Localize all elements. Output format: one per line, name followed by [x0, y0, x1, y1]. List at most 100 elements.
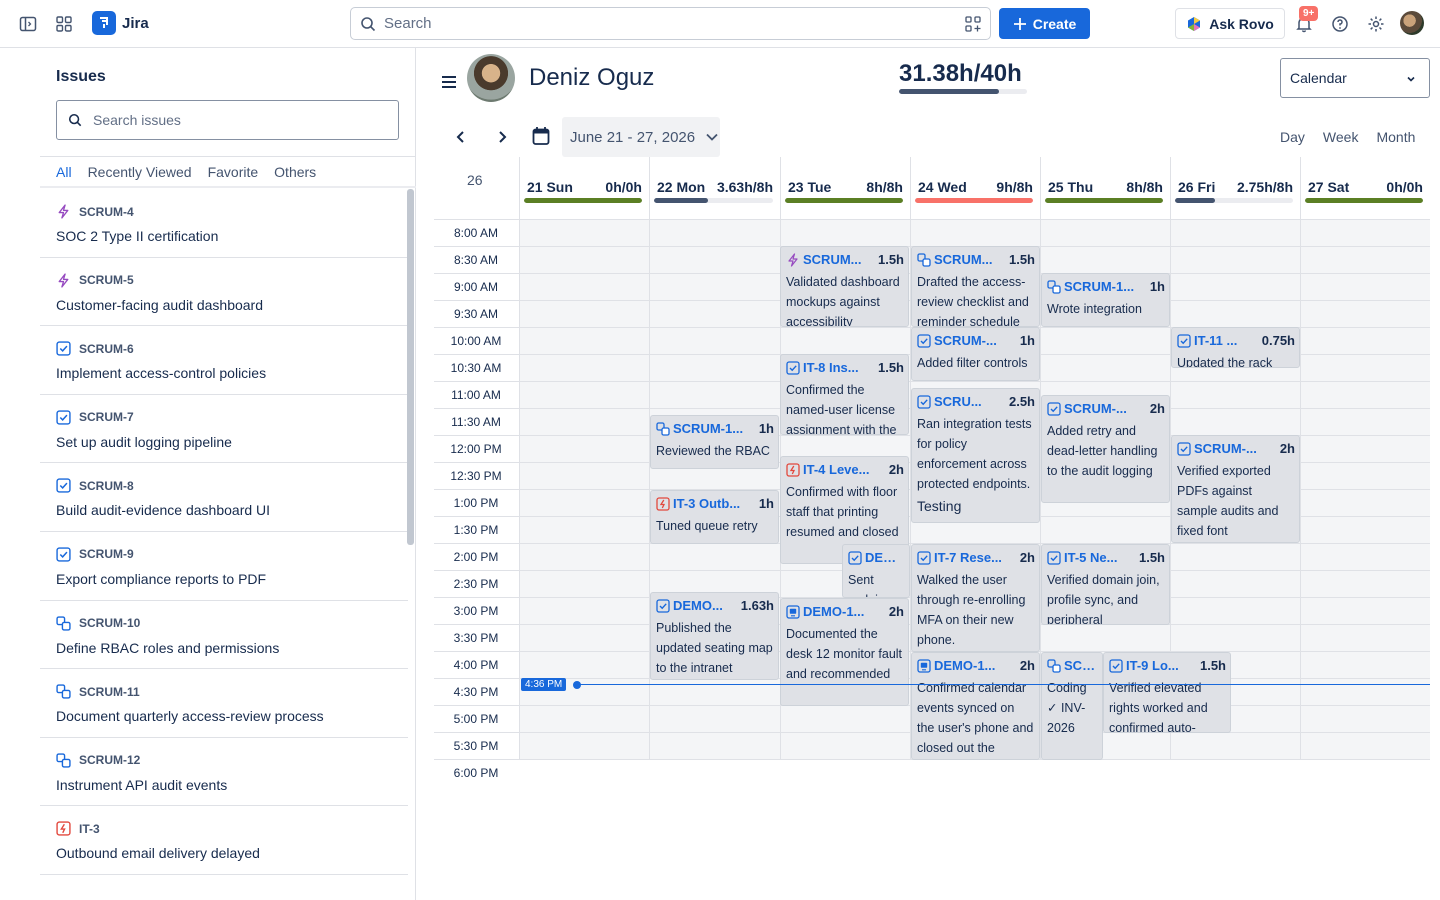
day-header[interactable]: 26 Fri 2.75h/8h	[1170, 157, 1300, 219]
sidebar-toggle-icon[interactable]	[16, 12, 40, 36]
issue-list-item[interactable]: IT-3 Outbound email delivery delayed	[40, 806, 408, 875]
worklog-event[interactable]: IT-11 ... 0.75h Updated the rack	[1171, 327, 1300, 368]
issue-list-item[interactable]: SCRUM-7 Set up audit logging pipeline	[40, 395, 408, 464]
worklog-event[interactable]: SCRUM Coding ✓ INV-2026	[1041, 652, 1103, 760]
worklog-event[interactable]: SCRUM-... 2h Verified exported PDFs agains…	[1171, 435, 1300, 543]
search-filter-icon[interactable]	[964, 15, 982, 33]
event-issue-key: SCRUM-1...	[673, 421, 744, 436]
event-duration: 2h	[888, 462, 904, 477]
worklog-event[interactable]: IT-3 Outb... 1h Tuned queue retry	[650, 490, 779, 544]
event-duration: 2.5h	[1008, 394, 1035, 409]
calendar-icon[interactable]	[532, 126, 550, 146]
next-week-button[interactable]	[494, 129, 510, 145]
day-header[interactable]: 27 Sat 0h/0h	[1300, 157, 1430, 219]
worklog-event[interactable]: SCRU... 2.5h Ran integration tests for pol…	[911, 388, 1040, 523]
chevron-down-icon	[1407, 76, 1415, 82]
issue-list-item[interactable]: SCRUM-6 Implement access-control policies	[40, 326, 408, 395]
tab-others[interactable]: Others	[274, 164, 316, 188]
tab-all[interactable]: All	[56, 164, 72, 188]
issue-list-item[interactable]: SCRUM-10 Define RBAC roles and permission…	[40, 601, 408, 670]
previous-week-button[interactable]	[453, 129, 469, 145]
current-time-dot	[573, 681, 581, 689]
worklog-event[interactable]: DEMO-1... 2h Documented the desk 12 monito…	[780, 598, 909, 706]
day-hours-progress-fill	[785, 198, 903, 203]
time-label: 10:00 AM	[450, 334, 502, 348]
service-type-icon	[917, 658, 931, 673]
day-hours-progress	[915, 198, 1033, 203]
settings-gear-icon[interactable]	[1364, 12, 1388, 36]
chevron-left-icon	[456, 131, 464, 143]
issue-key-row: SCRUM-9	[56, 547, 408, 562]
app-name: Jira	[122, 14, 149, 32]
view-week-button[interactable]: Week	[1323, 129, 1359, 145]
day-header[interactable]: 21 Sun 0h/0h	[519, 157, 649, 219]
issue-key: SCRUM-4	[79, 204, 134, 219]
worklog-event[interactable]: IT-5 Ne... 1.5h Verified domain join, prof…	[1041, 544, 1170, 625]
date-range-picker[interactable]: June 21 - 27, 2026	[562, 117, 720, 157]
task-type-icon	[1109, 658, 1123, 673]
issue-list-item[interactable]: SCRUM-9 Export compliance reports to PDF	[40, 532, 408, 601]
day-header[interactable]: 25 Thu 8h/8h	[1040, 157, 1170, 219]
tab-recently-viewed[interactable]: Recently Viewed	[88, 164, 192, 188]
day-hours-progress-fill	[1045, 198, 1163, 203]
time-label: 4:00 PM	[453, 658, 499, 672]
issue-list-item[interactable]: SCRUM-4 SOC 2 Type II certification	[40, 189, 408, 258]
worklog-event[interactable]: DEMO... 1.63h Published the updated seatin…	[650, 592, 779, 680]
issue-list-item[interactable]: SCRUM-8 Build audit-evidence dashboard UI	[40, 463, 408, 532]
app-switcher-icon[interactable]	[52, 12, 76, 36]
worklog-event[interactable]: SCRUM-1... 1h Reviewed the RBAC	[650, 415, 779, 469]
event-description: Coding ✓ INV-2026	[1047, 681, 1087, 735]
time-label: 2:30 PM	[453, 577, 499, 591]
week-calendar: 26 8:00 AM 8:30 AM 9:00 AM 9:30 AM 10:00 AM 1…	[434, 157, 1430, 787]
create-button[interactable]: Create	[999, 8, 1090, 39]
day-hours-progress	[1175, 198, 1293, 203]
user-name: Deniz Oguz	[529, 64, 655, 91]
view-month-button[interactable]: Month	[1376, 129, 1415, 145]
weekly-hours-total: 31.38h/40h	[899, 60, 1022, 87]
event-header: DEMO... 1.63h	[651, 593, 778, 618]
worklog-event[interactable]: SCRUM-... 2h Added retry and dead-letter h…	[1041, 395, 1170, 503]
time-label: 11:00 AM	[451, 388, 501, 402]
subtask-type-icon	[1047, 279, 1061, 294]
time-label: 6:00 PM	[453, 766, 499, 780]
help-icon[interactable]	[1328, 12, 1352, 36]
worklog-event[interactable]: IT-8 Ins... 1.5h Confirmed the named-user …	[780, 354, 909, 435]
time-label: 1:30 PM	[453, 523, 499, 537]
event-issue-key: IT-8 Ins...	[803, 360, 859, 375]
event-issue-key: SCRU...	[934, 394, 982, 409]
day-hours-progress	[1305, 198, 1423, 203]
worklog-event[interactable]: SCRUM-... 1h Added filter controls	[911, 327, 1040, 381]
hamburger-menu-icon[interactable]	[441, 75, 457, 89]
ask-rovo-button[interactable]: Ask Rovo	[1175, 8, 1285, 39]
event-header: IT-3 Outb... 1h	[651, 491, 778, 516]
issue-list-scrollbar[interactable]	[407, 189, 414, 545]
worklog-event[interactable]: IT-7 Rese... 2h Walked the user through re…	[911, 544, 1040, 652]
day-header[interactable]: 24 Wed 9h/8h	[910, 157, 1040, 219]
issue-list-item[interactable]: SCRUM-12 Instrument API audit events	[40, 738, 408, 807]
worklog-event[interactable]: SCRUM-1... 1h Wrote integration	[1041, 273, 1170, 327]
worklog-event[interactable]: IT-9 Lo... 1.5h Verified elevated rights w…	[1103, 652, 1231, 733]
weekly-hours-progress	[899, 89, 1027, 94]
worklog-event[interactable]: SCRUM... 1.5h Validated dashboard mockups …	[780, 246, 909, 327]
day-header[interactable]: 22 Mon 3.63h/8h	[649, 157, 780, 219]
issue-list-item[interactable]: SCRUM-5 Customer-facing audit dashboard	[40, 258, 408, 327]
search-issues-input[interactable]: Search issues	[56, 100, 399, 140]
issue-list-item[interactable]: SCRUM-11 Document quarterly access-review…	[40, 669, 408, 738]
worklog-event[interactable]: SCRUM... 1.5h Drafted the access-review ch…	[911, 246, 1040, 327]
view-mode-select[interactable]: Calendar	[1280, 58, 1430, 98]
worklog-event[interactable]: DEMO-1 Sent reclaim	[842, 544, 910, 598]
tab-favorite[interactable]: Favorite	[208, 164, 259, 188]
day-header[interactable]: 23 Tue 8h/8h	[780, 157, 910, 219]
event-description: Validated dashboard mockups against acce…	[786, 275, 900, 327]
worklog-event[interactable]: DEMO-1... 2h Confirmed calendar events syn…	[911, 652, 1040, 760]
event-header: IT-11 ... 0.75h	[1172, 328, 1299, 353]
issue-summary: Export compliance reports to PDF	[56, 570, 267, 587]
plus-icon	[1013, 17, 1026, 30]
event-header: SCRU... 2.5h	[912, 389, 1039, 414]
profile-avatar[interactable]	[1400, 11, 1424, 35]
view-day-button[interactable]: Day	[1280, 129, 1305, 145]
jira-logo[interactable]: Jira	[92, 11, 149, 35]
global-search-input[interactable]: Search	[350, 7, 991, 40]
incident-type-icon	[786, 462, 800, 477]
day-label: 25 Thu	[1048, 179, 1094, 195]
